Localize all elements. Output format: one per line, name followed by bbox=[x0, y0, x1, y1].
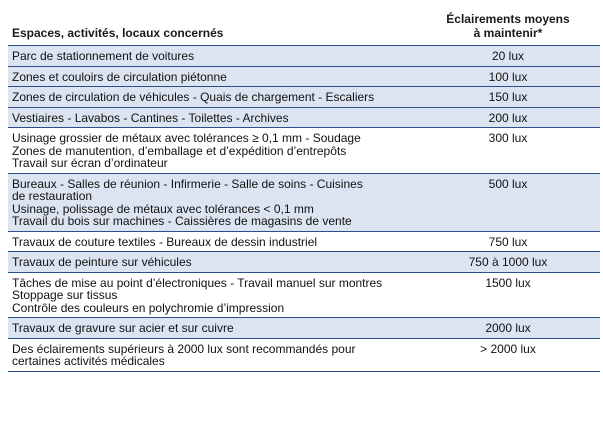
row-line: Travaux de peinture sur véhicules bbox=[12, 255, 192, 269]
row-description: Zones de circulation de véhicules - Quai… bbox=[8, 86, 416, 107]
row-description: Usinage grossier de métaux avec toléranc… bbox=[8, 127, 416, 173]
table-row: Des éclairements supérieurs à 2000 lux s… bbox=[8, 337, 600, 372]
row-description: Des éclairements supérieurs à 2000 lux s… bbox=[8, 337, 416, 372]
table-row: Travaux de peinture sur véhicules 750 à … bbox=[8, 251, 600, 272]
row-description: Travaux de couture textiles - Bureaux de… bbox=[8, 230, 416, 252]
table-row: Zones de circulation de véhicules - Quai… bbox=[8, 86, 600, 107]
row-value: 300 lux bbox=[416, 127, 600, 173]
header-illuminance-line1: Éclairements moyens bbox=[446, 12, 570, 26]
row-description: Tâches de mise au point d’électroniques … bbox=[8, 271, 416, 318]
header-illuminance: Éclairements moyens à maintenir* bbox=[416, 0, 600, 45]
row-line: Travaux de gravure sur acier et sur cuiv… bbox=[12, 321, 234, 335]
row-value: 2000 lux bbox=[416, 317, 600, 338]
row-value: > 2000 lux bbox=[416, 337, 600, 372]
row-line: de restauration bbox=[12, 189, 93, 203]
row-line: Travail du bois sur machines - Caissière… bbox=[12, 214, 352, 228]
lighting-table: Espaces, activités, locaux concernés Écl… bbox=[8, 0, 600, 372]
row-value: 500 lux bbox=[416, 172, 600, 231]
row-value: 750 à 1000 lux bbox=[416, 251, 600, 272]
row-line: certaines activités médicales bbox=[12, 354, 165, 368]
row-description: Travaux de gravure sur acier et sur cuiv… bbox=[8, 317, 416, 338]
row-value: 750 lux bbox=[416, 230, 600, 252]
row-description: Travaux de peinture sur véhicules bbox=[8, 251, 416, 272]
row-line: Vestiaires - Lavabos - Cantines - Toilet… bbox=[12, 110, 289, 125]
table-row: Tâches de mise au point d’électroniques … bbox=[8, 271, 600, 318]
row-line: Zones et couloirs de circulation piétonn… bbox=[12, 69, 227, 84]
row-description: Vestiaires - Lavabos - Cantines - Toilet… bbox=[8, 106, 416, 127]
row-value: 200 lux bbox=[416, 106, 600, 127]
lighting-table-container: Espaces, activités, locaux concernés Écl… bbox=[0, 0, 603, 443]
row-line: Travaux de couture textiles - Bureaux de… bbox=[12, 234, 318, 249]
row-value: 150 lux bbox=[416, 86, 600, 107]
table-row: Zones et couloirs de circulation piétonn… bbox=[8, 65, 600, 86]
row-line: Parc de stationnement de voitures bbox=[12, 49, 195, 63]
row-value: 100 lux bbox=[416, 65, 600, 86]
row-description: Bureaux - Salles de réunion - Infirmerie… bbox=[8, 172, 416, 231]
table-row: Usinage grossier de métaux avec toléranc… bbox=[8, 127, 600, 173]
row-value: 20 lux bbox=[416, 45, 600, 66]
table-row: Bureaux - Salles de réunion - Infirmerie… bbox=[8, 172, 600, 231]
row-description: Parc de stationnement de voitures bbox=[8, 45, 416, 66]
row-line: Zones de circulation de véhicules - Quai… bbox=[12, 90, 375, 104]
row-line: Contrôle des couleurs en polychromie d’i… bbox=[12, 300, 285, 315]
row-line: Stoppage sur tissus bbox=[12, 288, 118, 302]
table-row: Travaux de gravure sur acier et sur cuiv… bbox=[8, 317, 600, 338]
header-spaces: Espaces, activités, locaux concernés bbox=[12, 26, 224, 40]
row-line: Travail sur écran d’ordinateur bbox=[12, 156, 168, 170]
row-description: Zones et couloirs de circulation piétonn… bbox=[8, 65, 416, 86]
table-row: Parc de stationnement de voitures 20 lux bbox=[8, 45, 600, 66]
table-row: Travaux de couture textiles - Bureaux de… bbox=[8, 230, 600, 252]
row-value: 1500 lux bbox=[416, 271, 600, 318]
row-line: Usinage grossier de métaux avec toléranc… bbox=[12, 131, 361, 145]
table-header-row: Espaces, activités, locaux concernés Écl… bbox=[8, 0, 600, 45]
header-illuminance-line2: à maintenir* bbox=[473, 26, 543, 40]
table-row: Vestiaires - Lavabos - Cantines - Toilet… bbox=[8, 106, 600, 127]
